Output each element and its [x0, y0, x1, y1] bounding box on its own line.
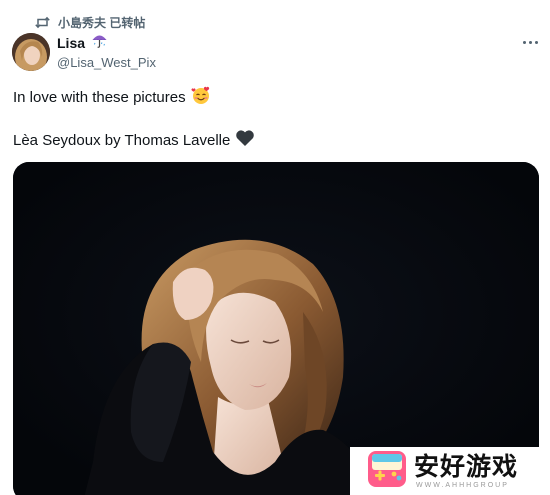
tweet-text-2: Lèa Seydoux by Thomas Lavelle [13, 131, 231, 149]
user-handle[interactable]: @Lisa_West_Pix [57, 55, 156, 70]
watermark: 安好游戏 WWW.AHHHGROUP [350, 447, 550, 495]
tweet-text-line-1: In love with these pictures [13, 85, 211, 109]
watermark-subtitle: WWW.AHHHGROUP [416, 481, 509, 489]
watermark-title: 安好游戏 [414, 452, 519, 481]
smiling-face-with-hearts-icon [191, 85, 211, 109]
repost-text: 小島秀夫 已转帖 [58, 15, 146, 30]
gamepad-logo-icon [366, 449, 408, 494]
repost-header[interactable]: 小島秀夫 已转帖 [35, 13, 145, 31]
more-icon-dot [534, 40, 538, 44]
retweet-icon [35, 16, 50, 29]
display-name[interactable]: Lisa [57, 35, 85, 51]
tweet-text-1: In love with these pictures [13, 88, 186, 106]
tweet-text-line-2: Lèa Seydoux by Thomas Lavelle [13, 129, 255, 151]
more-options-button[interactable] [518, 32, 542, 52]
more-icon [522, 40, 526, 44]
black-heart-icon [235, 129, 255, 151]
tweet-photo[interactable] [13, 162, 539, 495]
more-icon-dot [528, 40, 532, 44]
avatar[interactable] [12, 33, 50, 71]
umbrella-icon [91, 32, 108, 54]
